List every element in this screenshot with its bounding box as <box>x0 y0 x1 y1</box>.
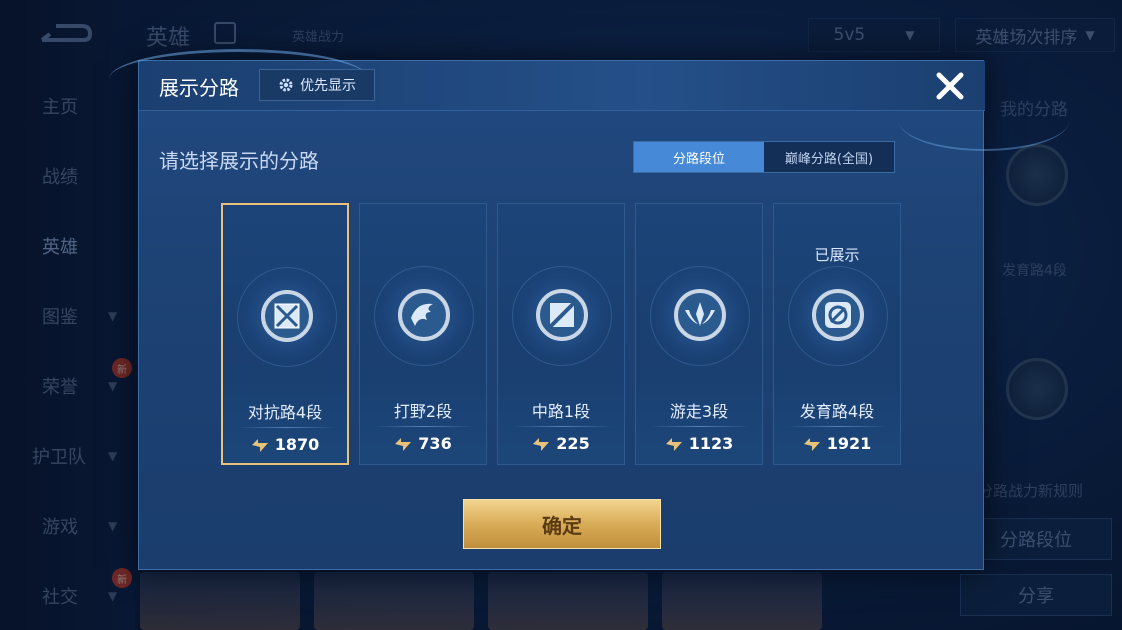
roam-icon <box>674 289 726 341</box>
power-icon <box>803 437 820 451</box>
confirm-button[interactable]: 确定 <box>463 499 661 549</box>
lane-name: 打野2段 <box>393 402 453 421</box>
lane-name: 游走3段 <box>669 402 729 421</box>
lane-name: 发育路4段 <box>799 402 875 421</box>
lane-card-roam[interactable]: 游走3段 1123 <box>635 203 763 465</box>
lane-score: 1123 <box>636 434 762 453</box>
mid-lane-icon <box>536 289 588 341</box>
cloud-ornament <box>899 91 1069 151</box>
power-icon <box>533 437 550 451</box>
lane-card-clash[interactable]: 对抗路4段 1870 <box>221 203 349 465</box>
lane-card-jungle[interactable]: 打野2段 736 <box>359 203 487 465</box>
lane-score-value: 225 <box>556 434 590 453</box>
jungle-icon <box>398 289 450 341</box>
priority-display-button[interactable]: 优先显示 <box>259 69 375 101</box>
priority-display-label: 优先显示 <box>300 78 356 94</box>
tab-peak-lane[interactable]: 巅峰分路(全国) <box>764 142 894 172</box>
farm-lane-icon <box>812 289 864 341</box>
divider <box>237 427 337 428</box>
lane-score: 736 <box>360 434 486 453</box>
gear-icon <box>279 78 293 92</box>
divider <box>374 426 474 427</box>
section-title: 请选择展示的分路 <box>159 149 319 173</box>
tab-lane-rank[interactable]: 分路段位 <box>634 142 764 172</box>
divider <box>650 426 750 427</box>
lane-score: 1870 <box>223 435 347 454</box>
lane-score: 1921 <box>774 434 900 453</box>
dialog-header: 展示分路 优先显示 <box>109 49 985 111</box>
divider <box>512 426 612 427</box>
lane-score-value: 736 <box>418 434 452 453</box>
lane-name: 中路1段 <box>531 402 591 421</box>
lane-score-value: 1921 <box>826 434 872 453</box>
lane-name: 对抗路4段 <box>247 403 323 422</box>
lane-card-mid[interactable]: 中路1段 225 <box>497 203 625 465</box>
power-icon <box>251 438 268 452</box>
lane-card-farm[interactable]: 已展示 发育路4段 1921 <box>773 203 901 465</box>
dialog-title: 展示分路 <box>159 76 239 100</box>
shown-label: 已展示 <box>814 246 860 264</box>
lane-score-value: 1123 <box>688 434 734 453</box>
lane-score-value: 1870 <box>274 435 320 454</box>
lane-display-dialog: 展示分路 优先显示 请选择展示的分路 分路段位 巅峰分路(全国) 对抗路4段 1… <box>109 49 1069 570</box>
lane-score: 225 <box>498 434 624 453</box>
lane-tabs: 分路段位 巅峰分路(全国) <box>633 141 895 173</box>
clash-lane-icon <box>261 290 313 342</box>
power-icon <box>395 437 412 451</box>
divider <box>788 426 888 427</box>
power-icon <box>665 437 682 451</box>
